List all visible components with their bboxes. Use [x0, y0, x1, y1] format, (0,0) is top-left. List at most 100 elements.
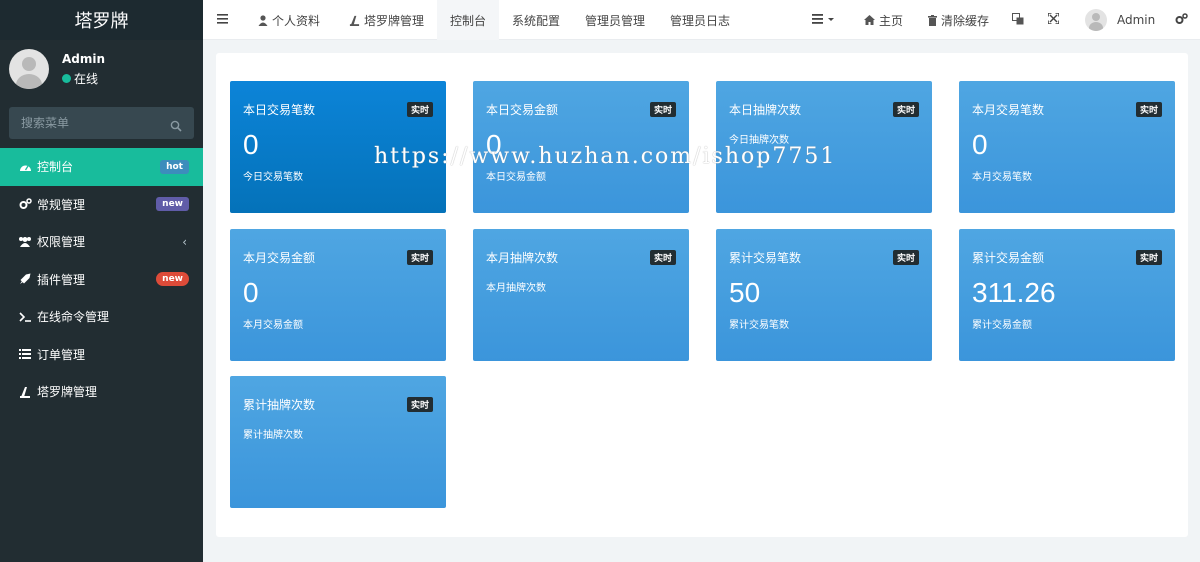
card-subtitle: 本月交易笔数 — [972, 172, 1032, 183]
chevron-left-icon: ‹ — [182, 234, 187, 249]
tab-config[interactable]: 系统配置 — [512, 0, 560, 40]
rocket-icon — [18, 272, 32, 286]
search-icon[interactable] — [170, 117, 182, 132]
fullscreen-icon — [1047, 12, 1060, 27]
card-subtitle: 累计抽牌次数 — [243, 430, 303, 441]
sidebar-item-command[interactable]: 在线命令管理 — [0, 298, 203, 336]
card-subtitle: 本月交易金额 — [243, 320, 303, 331]
language-icon — [1012, 12, 1024, 28]
stat-card-today-orders: 本日交易笔数 实时 0 今日交易笔数 — [230, 81, 446, 213]
tab-admin[interactable]: 管理员管理 — [585, 0, 645, 40]
sidebar-item-plugins[interactable]: 插件管理 new — [0, 261, 203, 299]
stat-card-month-draws: 本月抽牌次数 实时 本月抽牌次数 — [473, 229, 689, 361]
app-logo[interactable]: 塔罗牌 — [0, 0, 203, 40]
sidebar-item-label: 塔罗牌管理 — [37, 385, 98, 400]
home-icon — [864, 15, 875, 25]
tab-label: 塔罗牌管理 — [364, 13, 425, 28]
stat-card-total-orders: 累计交易笔数 实时 50 累计交易笔数 — [716, 229, 932, 361]
settings-button[interactable] — [1175, 0, 1188, 40]
card-title: 本日抽牌次数 — [729, 103, 802, 117]
hamburger-icon — [217, 13, 228, 27]
menu-search-input[interactable] — [21, 116, 161, 130]
sidebar-item-label: 订单管理 — [37, 347, 86, 362]
sidebar-item-label: 权限管理 — [37, 235, 86, 250]
realtime-badge: 实时 — [406, 250, 433, 265]
stat-card-today-draws: 本日抽牌次数 实时 今日抽牌次数 — [716, 81, 932, 213]
card-title: 本月交易笔数 — [972, 103, 1045, 117]
new-badge: new — [156, 197, 189, 212]
list-dropdown-icon — [812, 13, 836, 27]
tab-dashboard[interactable]: 控制台 — [437, 0, 499, 40]
sidebar-item-tarot[interactable]: 塔罗牌管理 — [0, 373, 203, 411]
card-title: 本月抽牌次数 — [486, 251, 559, 265]
card-title: 本日交易金额 — [486, 103, 559, 117]
tabs-menu-button[interactable] — [812, 0, 836, 40]
menu-search — [9, 107, 194, 139]
stat-card-month-orders: 本月交易笔数 实时 0 本月交易笔数 — [959, 81, 1175, 213]
realtime-badge: 实时 — [406, 397, 433, 412]
sidebar-item-label: 常规管理 — [37, 197, 86, 212]
card-subtitle: 累计交易金额 — [972, 320, 1032, 331]
clear-cache-label: 清除缓存 — [941, 13, 990, 28]
language-button[interactable] — [1012, 0, 1024, 40]
sidebar-item-permission[interactable]: 权限管理 ‹ — [0, 223, 203, 261]
tab-profile[interactable]: 个人资料 — [258, 0, 320, 40]
sidebar-item-general[interactable]: 常规管理 new — [0, 186, 203, 224]
new-badge: new — [156, 272, 189, 287]
realtime-badge: 实时 — [892, 250, 919, 265]
user-name: Admin — [62, 52, 106, 66]
sidebar-item-label: 在线命令管理 — [37, 310, 110, 325]
users-icon — [18, 235, 32, 249]
sidebar-item-orders[interactable]: 订单管理 — [0, 336, 203, 374]
realtime-badge: 实时 — [1135, 250, 1162, 265]
card-title: 累计交易笔数 — [729, 251, 802, 265]
clear-cache-button[interactable]: 清除缓存 — [928, 0, 989, 40]
user-panel: Admin 在线 — [0, 48, 203, 106]
sidebar-toggle-button[interactable] — [217, 0, 228, 40]
user-menu-label: Admin — [1117, 13, 1156, 27]
tab-label: 管理员日志 — [670, 13, 731, 28]
sidebar-menu: 控制台 hot 常规管理 new 权限管理 ‹ 插件管理 new 在线命令管理 … — [0, 148, 203, 411]
card-value: 0 — [486, 129, 502, 160]
sidebar-item-label: 插件管理 — [37, 272, 86, 287]
realtime-badge: 实时 — [649, 102, 676, 117]
card-value: 0 — [972, 129, 988, 160]
gears-icon — [1175, 12, 1188, 28]
user-status-label: 在线 — [74, 72, 99, 86]
avatar — [1085, 9, 1107, 31]
avatar — [9, 49, 49, 89]
user-icon — [258, 14, 268, 26]
sidebar: 塔罗牌 Admin 在线 控制台 hot 常规管理 new — [0, 0, 203, 562]
tab-tarot[interactable]: 塔罗牌管理 — [349, 0, 424, 40]
stat-card-total-amount: 累计交易金额 实时 311.26 累计交易金额 — [959, 229, 1175, 361]
dashboard-icon — [18, 160, 32, 174]
gears-icon — [18, 197, 32, 211]
tab-label: 个人资料 — [272, 13, 321, 28]
trash-icon — [928, 14, 937, 26]
tab-label: 控制台 — [449, 13, 486, 28]
tarot-icon — [18, 385, 32, 399]
online-dot-icon — [62, 74, 71, 83]
terminal-icon — [18, 310, 32, 324]
fullscreen-button[interactable] — [1047, 0, 1060, 40]
card-title: 累计交易金额 — [972, 251, 1045, 265]
dashboard-panel: 本日交易笔数 实时 0 今日交易笔数 本日交易金额 实时 0 本日交易金额 本日… — [216, 53, 1188, 537]
user-menu-button[interactable]: Admin — [1085, 0, 1155, 40]
card-subtitle: 今日抽牌次数 — [729, 135, 789, 146]
card-value: 0 — [243, 129, 259, 160]
card-value: 0 — [243, 277, 259, 308]
tab-label: 管理员管理 — [585, 13, 646, 28]
home-button[interactable]: 主页 — [864, 0, 903, 40]
card-subtitle: 本日交易金额 — [486, 172, 546, 183]
card-value: 50 — [729, 277, 761, 308]
sidebar-item-dashboard[interactable]: 控制台 hot — [0, 148, 203, 186]
card-subtitle: 今日交易笔数 — [243, 172, 303, 183]
stat-card-today-amount: 本日交易金额 实时 0 本日交易金额 — [473, 81, 689, 213]
tab-admin-log[interactable]: 管理员日志 — [670, 0, 730, 40]
home-label: 主页 — [879, 13, 904, 28]
realtime-badge: 实时 — [1135, 102, 1162, 117]
card-subtitle: 累计交易笔数 — [729, 320, 789, 331]
card-title: 本日交易笔数 — [243, 103, 316, 117]
tarot-icon — [349, 15, 360, 26]
realtime-badge: 实时 — [892, 102, 919, 117]
